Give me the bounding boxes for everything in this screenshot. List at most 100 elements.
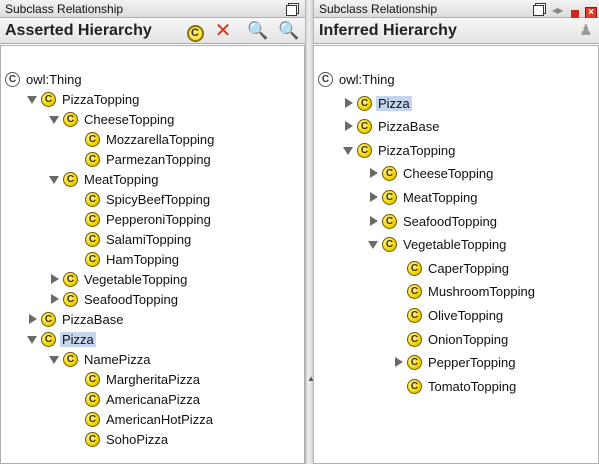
tree-node[interactable]: C VegetableTopping bbox=[368, 235, 508, 254]
class-icon: C bbox=[63, 352, 78, 367]
delete-class-icon[interactable]: ✕ bbox=[212, 21, 234, 41]
tree-node[interactable]: C NamePizza bbox=[49, 350, 152, 369]
tree-node[interactable]: C MushroomTopping bbox=[393, 282, 537, 301]
class-icon: C bbox=[41, 312, 56, 327]
person-icon[interactable]: ♟ bbox=[575, 21, 597, 41]
class-icon: C bbox=[407, 355, 422, 371]
tree-node[interactable]: C MeatTopping bbox=[368, 188, 479, 207]
tree-node-label: MeatTopping bbox=[84, 172, 159, 187]
tree-node-label: owl:Thing bbox=[26, 72, 82, 87]
tree-node[interactable]: C SalamiTopping bbox=[71, 230, 193, 249]
class-icon: C bbox=[382, 213, 397, 229]
tree-node[interactable]: C MozzarellaTopping bbox=[71, 130, 216, 149]
tree-node[interactable]: C CheeseTopping bbox=[368, 164, 495, 183]
tree-node-label: OnionTopping bbox=[428, 331, 509, 347]
collapse-triangle-icon[interactable] bbox=[27, 334, 38, 345]
tree-node[interactable]: Cowl:Thing bbox=[5, 70, 84, 89]
tree-node[interactable]: C PizzaBase bbox=[343, 117, 441, 136]
tree-node[interactable]: C TomatoTopping bbox=[393, 377, 518, 396]
tree-node-label: SeafoodTopping bbox=[84, 292, 178, 307]
tree-node[interactable]: C CaperTopping bbox=[393, 259, 511, 278]
tree-node[interactable]: C MeatTopping bbox=[49, 170, 160, 189]
inferred-hierarchy-pane: Subclass Relationship ◀▶ × Inferred Hier… bbox=[314, 0, 599, 464]
expand-triangle-icon[interactable] bbox=[49, 294, 60, 305]
tree-node-label: VegetableTopping bbox=[403, 237, 507, 253]
tree-node[interactable]: C CheeseTopping bbox=[49, 110, 176, 129]
tree-node[interactable]: C AmericanHotPizza bbox=[71, 410, 215, 429]
expand-triangle-icon[interactable] bbox=[368, 215, 379, 227]
class-icon: C bbox=[5, 72, 20, 87]
collapse-triangle-icon[interactable] bbox=[27, 94, 38, 105]
tree-node[interactable]: C PizzaBase bbox=[27, 310, 125, 329]
collapse-triangle-icon[interactable] bbox=[49, 354, 60, 365]
tree-node-label: MushroomTopping bbox=[428, 284, 535, 300]
tree-node-label: SpicyBeefTopping bbox=[106, 192, 211, 207]
find-usage-icon[interactable]: 🔍 bbox=[278, 21, 300, 41]
expand-triangle-icon[interactable] bbox=[368, 168, 379, 179]
tree-node-label: PizzaTopping bbox=[62, 92, 140, 107]
expand-triangle-icon[interactable] bbox=[368, 192, 379, 203]
class-icon: C bbox=[407, 284, 422, 300]
collapse-triangle-icon[interactable] bbox=[368, 239, 379, 250]
tree-node-label: TomatoTopping bbox=[428, 378, 517, 394]
class-icon: C bbox=[85, 392, 100, 407]
tree-node[interactable]: C Pizza bbox=[27, 330, 96, 349]
left-title: Subclass Relationship bbox=[5, 2, 124, 16]
expand-triangle-icon[interactable] bbox=[27, 314, 38, 325]
pane-splitter[interactable]: ▲ bbox=[305, 0, 315, 464]
tree-node[interactable]: C VegetableTopping bbox=[49, 270, 189, 289]
tree-node[interactable]: C MargheritaPizza bbox=[71, 370, 202, 389]
tree-node-label: PizzaBase bbox=[378, 119, 440, 135]
tree-node-label: Pizza bbox=[376, 95, 412, 111]
tree-node-label: SohoPizza bbox=[106, 432, 169, 447]
asserted-hierarchy-title: Asserted Hierarchy bbox=[5, 22, 152, 39]
tree-node-label: CaperTopping bbox=[428, 260, 509, 276]
class-icon: C bbox=[407, 260, 422, 276]
tree-node[interactable]: C SohoPizza bbox=[71, 430, 170, 449]
tree-node[interactable]: C Pizza bbox=[343, 94, 412, 113]
tree-node[interactable]: C SeafoodTopping bbox=[368, 212, 499, 231]
tree-node[interactable]: C ParmezanTopping bbox=[71, 150, 213, 169]
collapse-triangle-icon[interactable] bbox=[49, 114, 60, 125]
tree-node[interactable]: C HamTopping bbox=[71, 250, 181, 269]
class-icon: C bbox=[382, 190, 397, 205]
tree-node-label: CheeseTopping bbox=[403, 166, 494, 182]
tree-node[interactable]: C PizzaTopping bbox=[27, 90, 141, 109]
inferred-tree[interactable]: Cowl:Thing C Pizza C PizzaBase C PizzaTopping C… bbox=[314, 45, 599, 464]
class-icon: C bbox=[41, 332, 56, 347]
tree-node-label: PizzaTopping bbox=[378, 142, 456, 158]
tree-node[interactable]: C SeafoodTopping bbox=[49, 290, 180, 309]
tree-node[interactable]: C OliveTopping bbox=[393, 306, 505, 325]
class-icon: C bbox=[85, 372, 100, 387]
class-icon: C bbox=[382, 166, 397, 182]
tree-node-label: HamTopping bbox=[106, 252, 179, 267]
tree-node[interactable]: C PizzaTopping bbox=[343, 141, 457, 160]
class-icon: C bbox=[63, 292, 78, 307]
expand-triangle-icon[interactable] bbox=[343, 97, 354, 109]
collapse-triangle-icon[interactable] bbox=[49, 174, 60, 185]
add-subclass-icon[interactable]: C bbox=[184, 21, 206, 42]
tree-node-label: PepperoniTopping bbox=[106, 212, 211, 227]
tree-node-label: MargheritaPizza bbox=[106, 372, 200, 387]
class-icon: C bbox=[85, 252, 100, 267]
right-title: Subclass Relationship bbox=[319, 2, 438, 16]
tree-node-label: AmericanHotPizza bbox=[106, 412, 213, 427]
tree-node[interactable]: C PepperoniTopping bbox=[71, 210, 213, 229]
class-icon: C bbox=[85, 212, 100, 227]
expand-triangle-icon[interactable] bbox=[343, 121, 354, 132]
expand-triangle-icon[interactable] bbox=[393, 357, 404, 368]
tree-node[interactable]: C OnionTopping bbox=[393, 330, 510, 349]
collapse-triangle-icon[interactable] bbox=[343, 145, 354, 156]
tree-node[interactable]: C PepperTopping bbox=[393, 353, 517, 372]
tree-node[interactable]: C SpicyBeefTopping bbox=[71, 190, 212, 209]
right-header: Inferred Hierarchy ♟ bbox=[314, 18, 599, 44]
expand-triangle-icon[interactable] bbox=[49, 274, 60, 285]
tree-node[interactable]: C AmericanaPizza bbox=[71, 390, 202, 409]
class-icon: C bbox=[357, 95, 372, 111]
tree-node-label: SeafoodTopping bbox=[403, 213, 497, 229]
class-icon: C bbox=[63, 272, 78, 287]
tree-node[interactable]: Cowl:Thing bbox=[318, 70, 397, 89]
find-class-icon[interactable]: 🔍 bbox=[247, 21, 269, 41]
asserted-tree[interactable]: Cowl:Thing C PizzaTopping C CheeseTopping C Mo… bbox=[0, 45, 305, 464]
tree-node-label: PepperTopping bbox=[428, 355, 516, 371]
